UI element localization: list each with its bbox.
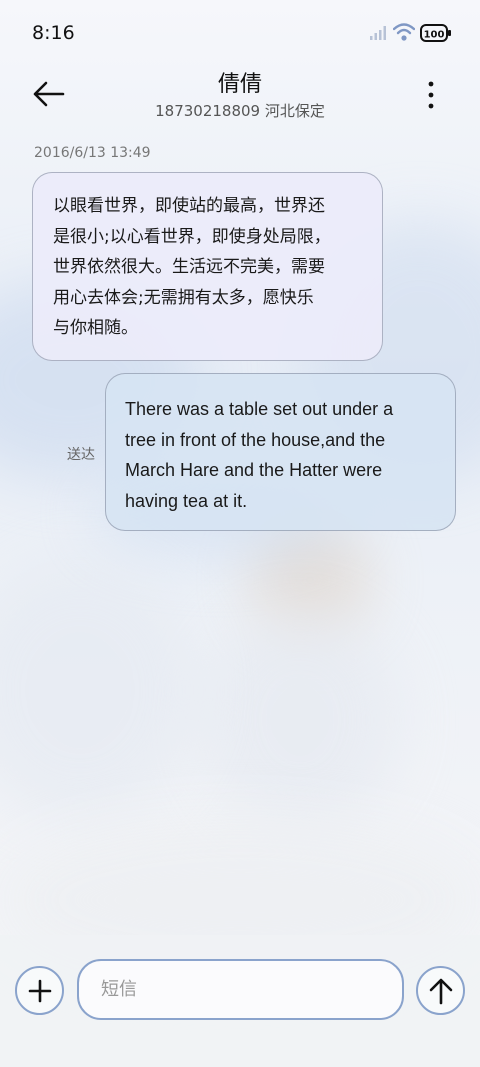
message-date: 2016/6/13 13:49 — [34, 145, 151, 161]
contact-name: 倩倩 — [217, 72, 262, 97]
plus-icon — [28, 979, 51, 1002]
more-vert-icon[interactable] — [418, 78, 444, 112]
message-line: 用心去体会;无需拥有太多，愿快乐 — [53, 287, 314, 308]
outgoing-message-bubble[interactable]: There was a table set out under a tree i… — [105, 373, 456, 531]
message-line: 是很小;以心看世界，即使身处局限， — [53, 226, 331, 247]
message-line: 与你相随。 — [53, 318, 138, 338]
send-arrow-up-icon — [429, 978, 452, 1004]
send-button[interactable] — [416, 966, 465, 1015]
message-line: 世界依然很大。生活远不完美，需要 — [53, 257, 325, 277]
battery-icon: 100 — [420, 22, 452, 44]
add-attachment-button[interactable] — [15, 966, 64, 1015]
wifi-icon — [393, 23, 415, 41]
message-line: 以眼看世界，即使站的最高，世界还 — [53, 196, 325, 216]
incoming-message-bubble[interactable]: 以眼看世界，即使站的最高，世界还 是很小;以心看世界，即使身处局限， 世界依然很… — [32, 172, 383, 361]
status-time: 8:16 — [32, 22, 75, 44]
signal-icon — [370, 26, 386, 40]
sms-input[interactable]: 短信 — [77, 959, 404, 1020]
message-line: There was a table set out under a — [125, 399, 394, 419]
delivery-status: 送达 — [67, 447, 95, 463]
status-bar: 8:16 100 — [0, 0, 480, 66]
battery-level: 100 — [424, 30, 445, 41]
message-line: having tea at it. — [125, 490, 248, 511]
message-line: tree in front of the house,and the — [125, 429, 386, 450]
message-line: March Hare and the Hatter were — [125, 460, 383, 480]
contact-detail: 18730218809 河北保定 — [155, 102, 325, 120]
